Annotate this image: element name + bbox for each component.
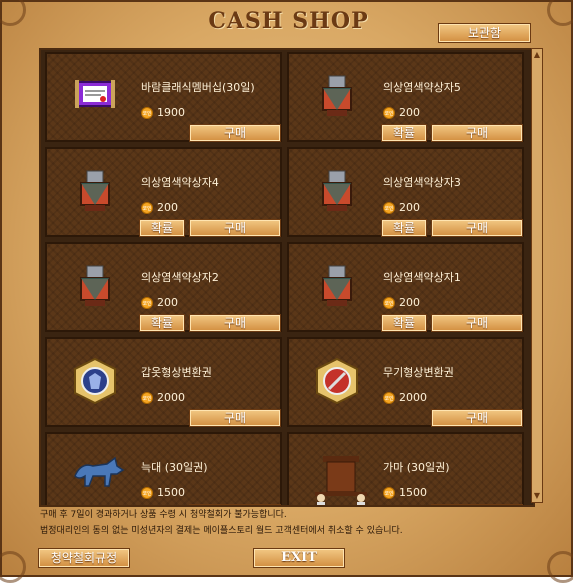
price-row: 코인 200 <box>383 201 420 214</box>
price-row: 코인 1900 <box>141 106 185 119</box>
coin-icon: 코인 <box>141 296 153 309</box>
dye-box-icon <box>313 167 361 215</box>
buy-button[interactable]: 구매 <box>431 124 523 142</box>
item-price: 200 <box>399 106 420 119</box>
buy-button[interactable]: 구매 <box>431 504 523 505</box>
shop-item-card[interactable]: 늑대 (30일권)코인1500구매 <box>45 432 282 505</box>
storage-button[interactable]: 보관함 <box>438 23 531 43</box>
shop-item-card[interactable]: 무기형상변환권코인 2000 구매 <box>287 337 524 427</box>
coin-icon: 코인 <box>141 201 153 214</box>
item-price: 1500 <box>399 486 427 499</box>
exit-button[interactable]: EXIT <box>253 548 345 568</box>
buy-button[interactable]: 구매 <box>431 409 523 427</box>
shop-item-card[interactable]: 바람클래식멤버십(30일) 코인 1900 구매 <box>45 52 282 142</box>
item-price: 2000 <box>399 391 427 404</box>
price-row: 코인 1500 <box>383 486 427 499</box>
probability-button[interactable]: 확률 <box>139 219 185 237</box>
item-name: 무기형상변환권 <box>383 366 454 379</box>
probability-button[interactable]: 확률 <box>139 314 185 332</box>
buy-button[interactable]: 구매 <box>189 314 281 332</box>
shop-item-card[interactable]: 갑옷형상변환권코인 2000 구매 <box>45 337 282 427</box>
item-grid: 바람클래식멤버십(30일) 코인 1900 구매 의상염색약상자5 코인 200 확률 구매 의상… <box>39 48 535 507</box>
withdrawal-policy-button[interactable]: 청약철회규정 <box>38 548 130 568</box>
shop-item-card[interactable]: 의상염색약상자2 코인 200 확률 구매 <box>45 242 282 332</box>
scroll-down-icon[interactable]: ▼ <box>532 491 542 501</box>
price-row: 코인 200 <box>141 201 178 214</box>
item-price: 200 <box>157 296 178 309</box>
shop-item-card[interactable]: 가마 (30일권) 코인 1500 구매 <box>287 432 524 505</box>
buy-button[interactable]: 구매 <box>189 409 281 427</box>
membership-scroll-icon <box>71 72 119 120</box>
item-price: 1500 <box>157 486 185 499</box>
item-name: 가마 (30일권) <box>383 461 450 474</box>
item-name: 의상염색약상자3 <box>383 176 461 189</box>
dye-box-icon <box>71 167 119 215</box>
palanquin-icon <box>313 452 367 505</box>
price-row: 코인 200 <box>383 296 420 309</box>
price-row: 코인 200 <box>141 296 178 309</box>
notice-line-1: 구매 후 7일이 경과하거나 상품 수령 시 청약철회가 불가능합니다. <box>40 510 287 520</box>
coin-icon: 코인 <box>383 486 395 499</box>
dye-box-icon <box>313 72 361 120</box>
buy-button[interactable]: 구매 <box>189 124 281 142</box>
probability-button[interactable]: 확률 <box>381 314 427 332</box>
buy-button[interactable]: 구매 <box>431 314 523 332</box>
item-name: 갑옷형상변환권 <box>141 366 212 379</box>
item-name: 바람클래식멤버십(30일) <box>141 81 255 94</box>
item-name: 늑대 (30일권) <box>141 461 208 474</box>
wolf-icon <box>71 452 125 500</box>
shop-item-card[interactable]: 의상염색약상자1 코인 200 확률 구매 <box>287 242 524 332</box>
weapon-ticket-icon <box>313 357 361 405</box>
shop-item-card[interactable]: 의상염색약상자4 코인 200 확률 구매 <box>45 147 282 237</box>
price-row: 코인 200 <box>383 106 420 119</box>
coin-icon: 코인 <box>383 391 395 404</box>
armor-ticket-icon <box>71 357 119 405</box>
scrollbar[interactable]: ▲ ▼ <box>531 48 543 503</box>
coin-icon: 코인 <box>383 201 395 214</box>
item-name: 의상염색약상자4 <box>141 176 219 189</box>
dye-box-icon <box>313 262 361 310</box>
probability-button[interactable]: 확률 <box>381 219 427 237</box>
dye-box-icon <box>71 262 119 310</box>
coin-icon: 코인 <box>141 391 153 404</box>
coin-icon: 코인 <box>383 106 395 119</box>
corner-ornament <box>547 551 573 583</box>
probability-button[interactable]: 확률 <box>381 124 427 142</box>
item-price: 200 <box>399 201 420 214</box>
coin-icon: 코인 <box>141 486 153 499</box>
item-name: 의상염색약상자5 <box>383 81 461 94</box>
buy-button[interactable]: 구매 <box>431 219 523 237</box>
price-row: 코인 2000 <box>141 391 185 404</box>
coin-icon: 코인 <box>383 296 395 309</box>
price-row: 코인 1500 <box>141 486 185 499</box>
item-price: 2000 <box>157 391 185 404</box>
corner-ornament <box>0 551 26 583</box>
item-price: 200 <box>399 296 420 309</box>
item-name: 의상염색약상자1 <box>383 271 461 284</box>
shop-item-card[interactable]: 의상염색약상자5 코인 200 확률 구매 <box>287 52 524 142</box>
cash-shop-window: CASH SHOP 보관함 바람클래식멤버십(30일) 코인 1900 구매 의상염색약… <box>0 0 573 583</box>
shop-item-card[interactable]: 의상염색약상자3 코인 200 확률 구매 <box>287 147 524 237</box>
price-row: 코인 2000 <box>383 391 427 404</box>
item-price: 1900 <box>157 106 185 119</box>
buy-button[interactable]: 구매 <box>189 219 281 237</box>
coin-icon: 코인 <box>141 106 153 119</box>
item-name: 의상염색약상자2 <box>141 271 219 284</box>
item-price: 200 <box>157 201 178 214</box>
notice-line-2: 법정대리인의 동의 없는 미성년자의 결제는 메이플스토리 월드 고객센터에서 … <box>40 526 403 536</box>
scroll-up-icon[interactable]: ▲ <box>532 50 542 60</box>
